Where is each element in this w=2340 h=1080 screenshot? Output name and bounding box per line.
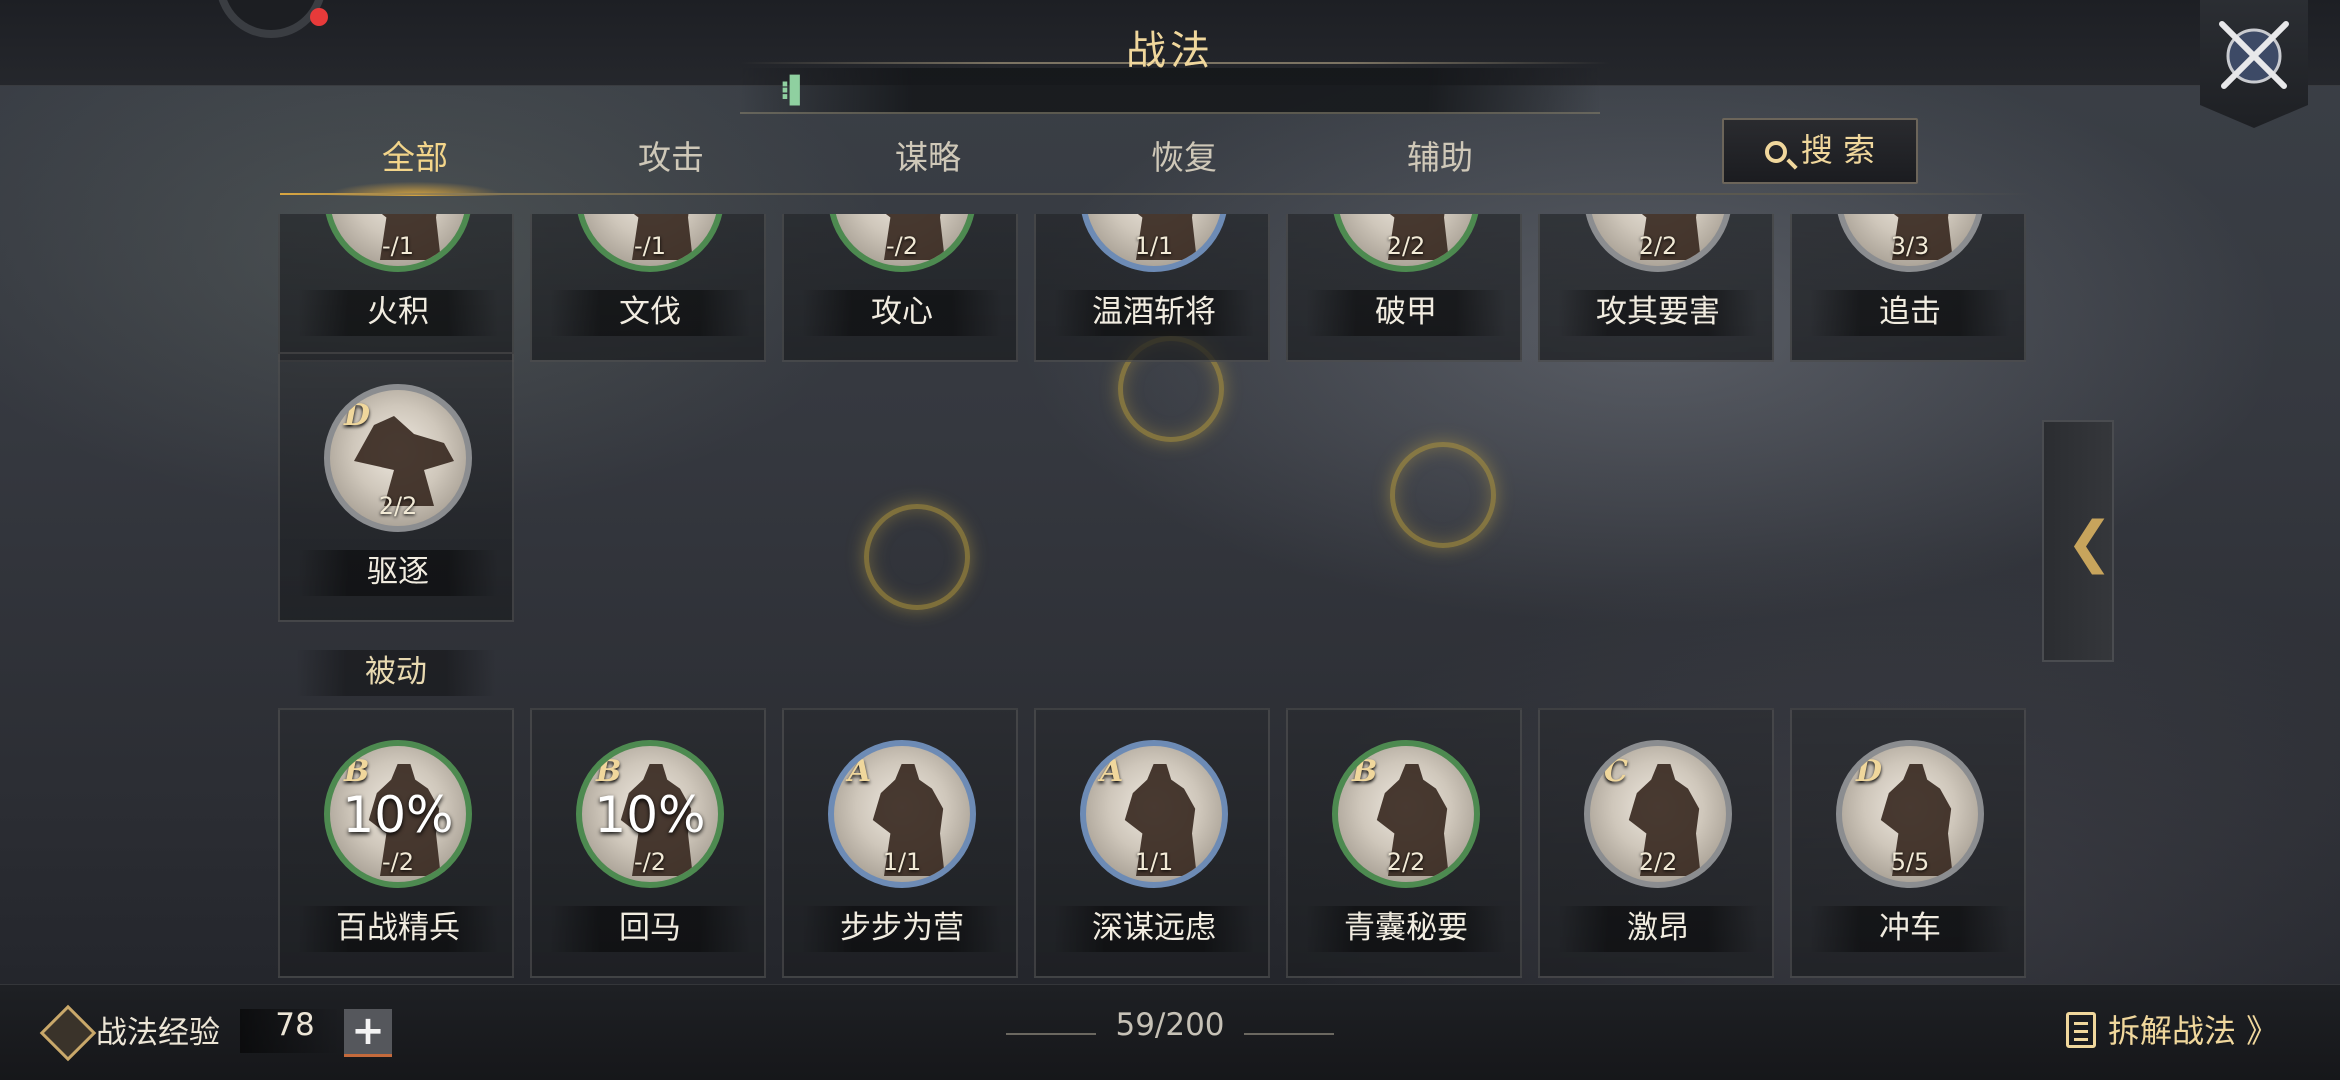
tactic-count: 2/2 [1386,848,1426,876]
tactic-card[interactable]: B 2/2 青囊秘要 [1286,708,1522,978]
search-input[interactable]: ⁝▌ [740,68,1600,114]
tactic-name: 破甲 [1306,290,1506,336]
progress-percent: 10% [594,786,706,844]
tactic-icon: D 5/5 [1836,740,1984,888]
document-icon [2066,1012,2096,1048]
tactic-card[interactable]: A 1/1 步步为营 [782,708,1018,978]
status-gauge-icon[interactable] [216,0,328,38]
tactic-card[interactable]: 2/2 攻其要害 [1538,214,1774,362]
tactic-card[interactable]: -/1 文伐 [530,214,766,362]
tactic-icon: D 2/2 [324,384,472,532]
tactic-card[interactable]: 1/1 温酒斩将 [1034,214,1270,362]
search-button-label: 搜 索 [1800,131,1876,169]
tab-attack[interactable]: 攻击 [571,128,771,194]
tactic-count: 2/2 [1386,232,1426,260]
tactic-card[interactable]: -/2 攻心 [782,214,1018,362]
tactic-card[interactable]: -/1 火积 [278,214,514,362]
search-icon [1764,141,1787,163]
tactic-icon: -/2 [828,214,976,272]
tactic-name: 激昂 [1558,906,1758,952]
tab-strategy[interactable]: 谋略 [828,128,1028,194]
tactic-name: 步步为营 [802,906,1002,952]
grade-badge: A [848,754,872,789]
tactic-exp-label: 战法经验 [96,1015,220,1051]
tactic-count: -/2 [381,848,414,876]
tactic-icon: -/1 [324,214,472,272]
tactic-count: -/1 [633,232,666,260]
dismantle-label: 拆解战法 》 [2108,1012,2279,1050]
notification-dot [310,8,328,26]
bottom-bar: 战法经验 78 + 59/200 拆解战法 》 [0,984,2340,1080]
tactics-list[interactable]: -/1 火积 -/1 文伐 -/2 攻心 1/1 温酒斩将 2/2 破甲 2/2… [278,214,2028,984]
tactic-name: 冲车 [1810,906,2010,952]
tactic-card[interactable]: D 2/2 驱逐 [278,352,514,622]
chevron-left-icon: ❮ [2066,510,2113,575]
tactic-card[interactable]: 2/2 破甲 [1286,214,1522,362]
tactic-name: 百战精兵 [298,906,498,952]
input-cursor-icon: ⁝▌ [780,76,810,106]
tabs-underline [280,193,2030,195]
tactic-count: 1/1 [1134,232,1174,260]
grade-badge: C [1604,754,1628,789]
close-button[interactable] [2200,0,2308,128]
tactic-icon: C 2/2 [1584,740,1732,888]
tactic-card[interactable]: B 10% -/2 回马 [530,708,766,978]
tactic-count: 3/3 [1890,232,1930,260]
tactic-count: 2/2 [1638,232,1678,260]
tactic-name: 攻心 [802,290,1002,336]
grade-badge: B [344,754,370,789]
tactic-icon: B 10% -/2 [324,740,472,888]
tactic-count: 1/1 [1134,848,1174,876]
tactic-card[interactable]: A 1/1 深谋远虑 [1034,708,1270,978]
search-button[interactable]: 搜 索 [1722,118,1918,184]
tactic-icon: 1/1 [1080,214,1228,272]
tactic-name: 温酒斩将 [1054,290,1254,336]
progress-percent: 10% [342,786,454,844]
tactic-name: 追击 [1810,290,2010,336]
tactic-count: 2/2 [378,492,418,520]
tactic-icon: 2/2 [1332,214,1480,272]
tactic-card[interactable]: D 5/5 冲车 [1790,708,2026,978]
tactic-count: 1/1 [882,848,922,876]
dismantle-tactics-button[interactable]: 拆解战法 》 [2066,1005,2326,1061]
grade-badge: B [596,754,622,789]
tactic-icon: 3/3 [1836,214,1984,272]
tab-recovery[interactable]: 恢复 [1084,128,1284,194]
tactic-icon: 2/2 [1584,214,1732,272]
grade-badge: B [1352,754,1378,789]
capacity-divider [1244,1033,1334,1035]
tactic-exp-value: 78 [275,1007,315,1043]
tactic-count: 2/2 [1638,848,1678,876]
tactic-count: -/2 [885,232,918,260]
collapse-panel-button[interactable]: ❮ [2042,420,2114,662]
tactic-capacity: 59/200 [1115,1007,1225,1043]
grade-badge: D [1856,754,1883,789]
tactic-name: 深谋远虑 [1054,906,1254,952]
tactic-icon: A 1/1 [828,740,976,888]
tactic-name: 青囊秘要 [1306,906,1506,952]
tactic-card[interactable]: 3/3 追击 [1790,214,2026,362]
tactic-name: 火积 [298,290,498,336]
tactic-card[interactable]: B 10% -/2 百战精兵 [278,708,514,978]
tab-all[interactable]: 全部 [305,128,525,196]
tactic-name: 攻其要害 [1558,290,1758,336]
tactic-icon: B 2/2 [1332,740,1480,888]
crossed-swords-icon [2219,21,2289,89]
tactic-icon: -/1 [576,214,724,272]
tactic-count: -/1 [381,232,414,260]
tactic-name: 回马 [550,906,750,952]
tactic-exp-icon [39,1004,97,1062]
grade-badge: A [1100,754,1124,789]
tactic-icon: B 10% -/2 [576,740,724,888]
tactic-count: -/2 [633,848,666,876]
tactic-card[interactable]: C 2/2 激昂 [1538,708,1774,978]
grade-badge: D [344,398,371,433]
add-exp-button[interactable]: + [344,1009,392,1057]
tactic-icon: A 1/1 [1080,740,1228,888]
section-header-passive: 被动 [296,650,496,696]
tab-support[interactable]: 辅助 [1340,128,1540,194]
tactic-name: 驱逐 [298,550,498,596]
tactic-name: 文伐 [550,290,750,336]
tactic-count: 5/5 [1890,848,1930,876]
